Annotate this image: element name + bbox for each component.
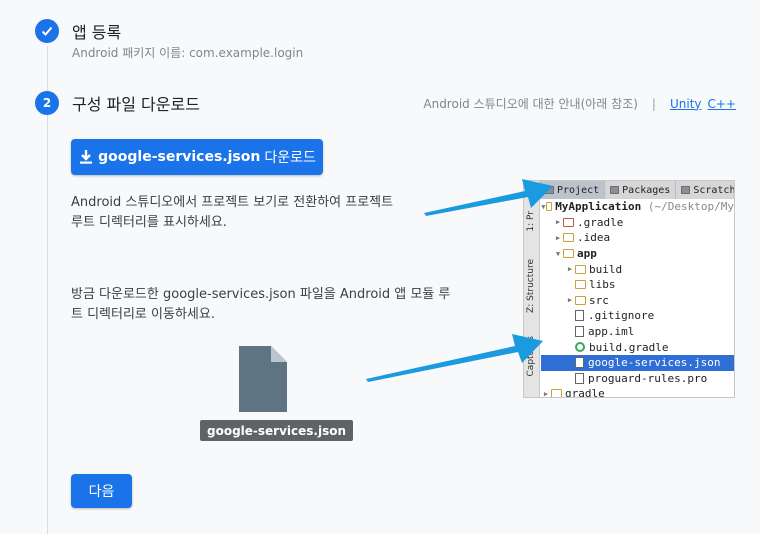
arrow-to-project-tab-icon: [424, 179, 553, 216]
arrow-to-json-file-icon: [366, 334, 543, 382]
pointer-arrows: [366, 179, 553, 382]
